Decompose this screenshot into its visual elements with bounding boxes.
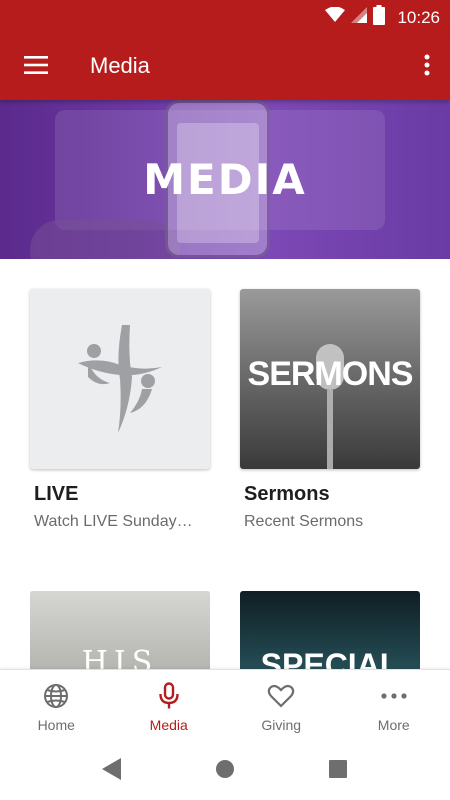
nav-item-home[interactable]: Home <box>0 670 113 743</box>
status-bar: 10:26 <box>0 0 450 33</box>
recents-button[interactable] <box>326 759 350 783</box>
nav-label: Giving <box>261 717 302 733</box>
banner-background-hand <box>30 220 180 259</box>
media-tile-image-text: SPECIAL <box>260 647 400 669</box>
home-button[interactable] <box>213 759 237 783</box>
media-tile-subtitle: Watch LIVE Sunday… <box>34 513 193 530</box>
cell-signal-icon <box>351 7 368 28</box>
media-tile-image: SPECIAL <box>240 591 420 669</box>
menu-button[interactable] <box>16 47 56 87</box>
media-tile-image <box>30 289 210 469</box>
media-tile-image-text: SERMONS <box>247 355 414 393</box>
banner-title: MEDIA <box>143 155 307 204</box>
battery-icon <box>373 5 386 30</box>
media-tile-sermons[interactable]: SERMONS Sermons Recent Sermons <box>240 289 420 539</box>
media-screen: 10:26 Media MEDIA LIVE Watch LIVE Sunday… <box>0 0 450 800</box>
status-icons: 10:26 <box>325 5 440 30</box>
recents-square-icon <box>328 759 348 784</box>
nav-item-more[interactable]: More <box>338 670 450 743</box>
media-tile-title: Sermons <box>244 483 330 505</box>
media-tile-image: HIS STORY <box>30 591 210 669</box>
media-tile-image: SERMONS <box>240 289 420 469</box>
nav-label: Media <box>149 717 188 733</box>
media-tile-image-text: HIS STORY <box>81 645 159 669</box>
back-triangle-icon <box>102 757 122 785</box>
heart-icon <box>267 682 295 710</box>
nav-item-media[interactable]: Media <box>113 670 226 743</box>
nav-label: More <box>377 717 410 733</box>
status-time: 10:26 <box>397 7 440 27</box>
media-tile-special[interactable]: SPECIAL <box>240 591 420 669</box>
overflow-menu-button[interactable] <box>412 47 442 87</box>
media-tile-his-story[interactable]: HIS STORY <box>30 591 210 669</box>
bottom-nav: Home Media Giving More <box>0 669 450 743</box>
home-circle-icon <box>215 759 235 784</box>
hamburger-menu-icon <box>24 55 48 79</box>
page-title: Media <box>90 53 150 78</box>
more-vert-icon <box>424 54 430 81</box>
media-tile-subtitle: Recent Sermons <box>244 513 364 530</box>
media-tile-live[interactable]: LIVE Watch LIVE Sunday… <box>30 289 210 539</box>
back-button[interactable] <box>100 757 124 785</box>
microphone-icon <box>155 682 183 710</box>
app-bar: Media <box>0 33 450 100</box>
media-banner: MEDIA <box>0 100 450 259</box>
church-cross-logo-icon <box>70 317 170 442</box>
system-nav-bar <box>0 743 450 800</box>
wifi-icon <box>325 6 346 28</box>
globe-icon <box>42 682 70 710</box>
nav-label: Home <box>37 717 75 733</box>
media-tile-title: LIVE <box>34 483 79 505</box>
nav-item-giving[interactable]: Giving <box>225 670 338 743</box>
more-horiz-icon <box>380 682 408 710</box>
